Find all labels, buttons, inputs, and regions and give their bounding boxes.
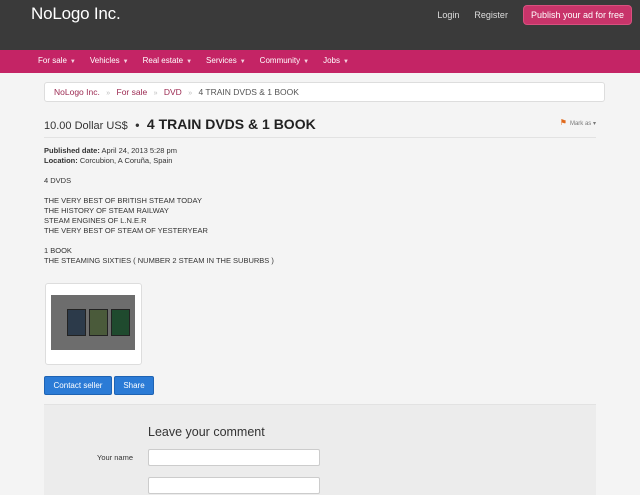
location: Location: Corcubion, A Coruña, Spain xyxy=(44,156,173,165)
main-nav: For sale ▼ Vehicles ▼ Real estate ▼ Service… xyxy=(0,50,640,73)
chevron-down-icon: ▼ xyxy=(342,59,349,65)
dvd-cover xyxy=(67,309,86,336)
chevron-down-icon: ▼ xyxy=(186,59,193,65)
breadcrumb-separator: » xyxy=(106,90,111,97)
ad-photo xyxy=(51,295,135,350)
description-line: THE VERY BEST OF STEAM OF YESTERYEAR xyxy=(44,226,208,235)
chevron-down-icon: ▼ xyxy=(69,59,76,65)
dvd-cover xyxy=(89,309,108,336)
name-label: Your name xyxy=(97,453,133,462)
comment-panel: Leave your comment Your name xyxy=(44,404,596,495)
ad-meta: Published date: April 24, 2013 5:28 pm L… xyxy=(44,146,177,166)
breadcrumb-category[interactable]: For sale xyxy=(117,87,148,97)
ad-description: 4 DVDS THE VERY BEST OF BRITISH STEAM TO… xyxy=(44,176,274,266)
top-links: Login Register Publish your ad for free xyxy=(437,5,632,25)
mark-as-menu[interactable]: ⚑ Mark as ▾ xyxy=(560,118,596,127)
publish-ad-button[interactable]: Publish your ad for free xyxy=(522,5,632,25)
ad-title: 4 TRAIN DVDS & 1 BOOK xyxy=(146,116,316,132)
description-line: THE STEAMING SIXTIES ( NUMBER 2 STEAM IN… xyxy=(44,256,274,265)
nav-item-for-sale[interactable]: For sale ▼ xyxy=(38,56,76,65)
breadcrumb-subcategory[interactable]: DVD xyxy=(164,87,182,97)
dvd-cover xyxy=(111,309,130,336)
description-line: 4 DVDS xyxy=(44,176,72,185)
breadcrumb: NoLogo Inc. » For sale » DVD » 4 TRAIN D… xyxy=(44,82,605,102)
register-link[interactable]: Register xyxy=(474,10,508,20)
ad-photo-thumbnail[interactable] xyxy=(45,283,142,365)
mark-as-label: Mark as xyxy=(569,121,592,127)
nav-item-vehicles[interactable]: Vehicles ▼ xyxy=(90,56,129,65)
nav-item-services[interactable]: Services ▼ xyxy=(206,56,246,65)
title-separator: • xyxy=(135,118,140,132)
description-line: 1 BOOK xyxy=(44,246,72,255)
contact-seller-button[interactable]: Contact seller xyxy=(44,376,112,395)
ad-title-row: 10.00 Dollar US$ • 4 TRAIN DVDS & 1 BOOK… xyxy=(44,116,596,134)
chevron-down-icon: ▼ xyxy=(239,59,246,65)
description-line: THE VERY BEST OF BRITISH STEAM TODAY xyxy=(44,196,202,205)
login-link[interactable]: Login xyxy=(437,10,459,20)
name-input[interactable] xyxy=(148,449,320,466)
ad-price: 10.00 Dollar US$ xyxy=(44,120,128,132)
nav-item-community[interactable]: Community ▼ xyxy=(260,56,309,65)
breadcrumb-separator: » xyxy=(153,90,158,97)
chevron-down-icon: ▼ xyxy=(122,59,129,65)
flag-icon: ⚑ xyxy=(559,118,567,127)
chevron-down-icon: ▾ xyxy=(592,121,596,127)
title-divider xyxy=(44,137,596,138)
site-logo[interactable]: NoLogo Inc. xyxy=(31,4,121,24)
breadcrumb-home[interactable]: NoLogo Inc. xyxy=(54,87,100,97)
comment-heading: Leave your comment xyxy=(148,425,265,439)
nav-item-real-estate[interactable]: Real estate ▼ xyxy=(143,56,192,65)
nav-item-jobs[interactable]: Jobs ▼ xyxy=(323,56,349,65)
description-line: THE HISTORY OF STEAM RAILWAY xyxy=(44,206,169,215)
chevron-down-icon: ▼ xyxy=(303,59,310,65)
share-button[interactable]: Share xyxy=(114,376,154,395)
breadcrumb-separator: » xyxy=(188,90,193,97)
published-date: Published date: April 24, 2013 5:28 pm xyxy=(44,146,177,155)
top-bar: NoLogo Inc. Login Register Publish your … xyxy=(0,0,640,50)
breadcrumb-current: 4 TRAIN DVDS & 1 BOOK xyxy=(198,87,299,97)
description-line: STEAM ENGINES OF L.N.E.R xyxy=(44,216,147,225)
